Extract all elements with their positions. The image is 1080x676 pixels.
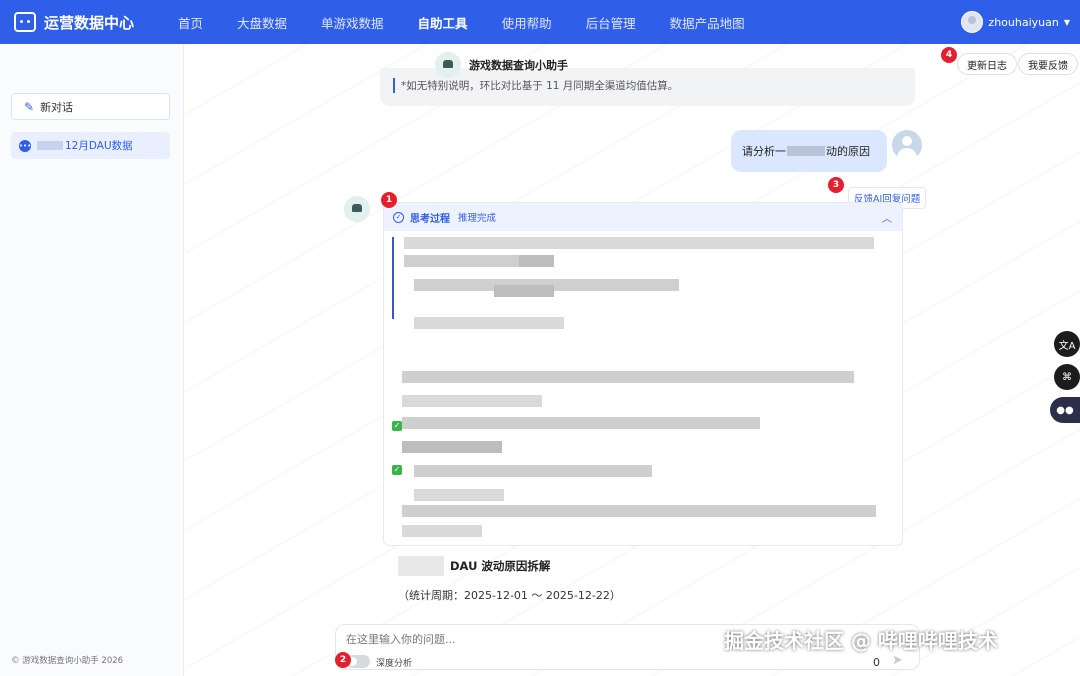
translate-icon[interactable]: 文A — [1054, 331, 1080, 357]
nav-home[interactable]: 首页 — [178, 13, 203, 32]
previous-message-text: *如无特别说明，环比对比基于 11 月同期全渠道均值估算。 — [393, 78, 678, 93]
feedback-button[interactable]: 我要反馈 — [1018, 53, 1078, 75]
thinking-header[interactable]: ✓ 思考过程 推理完成 ︿ — [384, 203, 902, 231]
conversation-item[interactable]: ••• 12月DAU数据 — [11, 132, 170, 159]
assistant-header: 游戏数据查询小助手 — [435, 52, 568, 78]
nav-single-game[interactable]: 单游戏数据 — [321, 13, 384, 32]
user-menu[interactable]: zhouhaiyuan ▼ — [961, 11, 1070, 33]
check-mark-icon: ✓ — [392, 465, 402, 475]
check-mark-icon: ✓ — [392, 421, 402, 431]
top-nav: 运营数据中心 首页 大盘数据 单游戏数据 自助工具 使用帮助 后台管理 数据产品… — [0, 0, 1080, 44]
chat-icon: ••• — [18, 139, 32, 152]
redacted-line — [402, 505, 876, 517]
redacted-line — [402, 525, 482, 537]
redacted-text — [398, 556, 444, 576]
caret-down-icon: ▼ — [1063, 17, 1070, 27]
redacted-line — [402, 441, 502, 453]
check-circle-icon: ✓ — [393, 211, 404, 223]
thinking-title: 思考过程 — [410, 213, 450, 225]
char-count: 0 — [873, 656, 880, 669]
send-icon[interactable]: ➤ — [892, 653, 903, 668]
section-title-text: DAU 波动原因拆解 — [450, 559, 551, 573]
thinking-panel: ✓ 思考过程 推理完成 ︿ ✓ ✓ — [383, 202, 903, 546]
annotation-badge-3: 3 — [828, 177, 844, 193]
redacted-text — [37, 141, 63, 150]
chat-main: *如无特别说明，环比对比基于 11 月同期全渠道均值估算。 游戏数据查询小助手 … — [185, 44, 1080, 676]
conversation-label: 12月DAU数据 — [65, 140, 133, 152]
logo-icon — [14, 12, 36, 32]
app-title: 运营数据中心 — [44, 13, 135, 32]
user-message-text-end: 动的原因 — [826, 145, 870, 158]
assistant-title: 游戏数据查询小助手 — [469, 59, 568, 72]
section-heading: DAU 波动原因拆解 — [398, 556, 550, 576]
annotation-badge-2: 2 — [335, 652, 351, 668]
nav-help[interactable]: 使用帮助 — [502, 13, 552, 32]
user-name: zhouhaiyuan — [988, 15, 1059, 29]
changelog-button[interactable]: 更新日志 — [957, 53, 1017, 75]
watermark-text: 掘金技术社区 @ 哔哩哔哩技术 — [724, 629, 998, 653]
nav-self-service[interactable]: 自助工具 — [418, 13, 468, 32]
redacted-line — [414, 465, 652, 477]
avatar — [961, 11, 984, 33]
user-message: 请分析一 动的原因 — [731, 130, 887, 172]
redacted-text — [787, 146, 825, 156]
new-chat-label: 新对话 — [40, 100, 74, 114]
user-message-text-start: 请分析一 — [742, 145, 786, 158]
thinking-status: 推理完成 — [458, 213, 497, 224]
emoji-row: ✓ — [392, 465, 405, 475]
stat-period: （统计周期：2025-12-01 ～ 2025-12-22） — [398, 589, 621, 602]
deep-analysis-label: 深度分析 — [376, 659, 413, 669]
grid-icon[interactable]: ⌘ — [1054, 364, 1080, 390]
emoji-row: ✓ — [392, 421, 405, 431]
app-logo[interactable]: 运营数据中心 — [14, 12, 164, 33]
new-chat-button[interactable]: ✎ 新对话 — [11, 93, 170, 120]
chevron-up-icon[interactable]: ︿ — [882, 210, 892, 225]
nav-overview[interactable]: 大盘数据 — [237, 13, 287, 32]
redacted-line — [402, 417, 760, 429]
user-avatar-icon — [892, 130, 922, 160]
redacted-line — [414, 489, 504, 501]
redacted-line — [402, 395, 542, 407]
redacted-line — [402, 371, 854, 383]
main-nav: 首页 大盘数据 单游戏数据 自助工具 使用帮助 后台管理 数据产品地图 — [178, 13, 779, 32]
redacted-quote — [392, 237, 882, 329]
edit-icon: ✎ — [24, 99, 35, 114]
bot-avatar-icon — [435, 52, 461, 78]
annotation-badge-4: 4 — [941, 47, 957, 63]
bot-icon[interactable]: ●● — [1050, 397, 1080, 423]
bot-avatar-icon — [344, 196, 370, 222]
annotation-badge-1: 1 — [381, 192, 397, 208]
nav-admin[interactable]: 后台管理 — [586, 13, 636, 32]
nav-data-map[interactable]: 数据产品地图 — [670, 13, 745, 32]
sidebar-footer: © 游戏数据查询小助手 2026 — [11, 656, 124, 666]
sidebar: ✎ 新对话 ••• 12月DAU数据 © 游戏数据查询小助手 2026 — [0, 44, 184, 676]
